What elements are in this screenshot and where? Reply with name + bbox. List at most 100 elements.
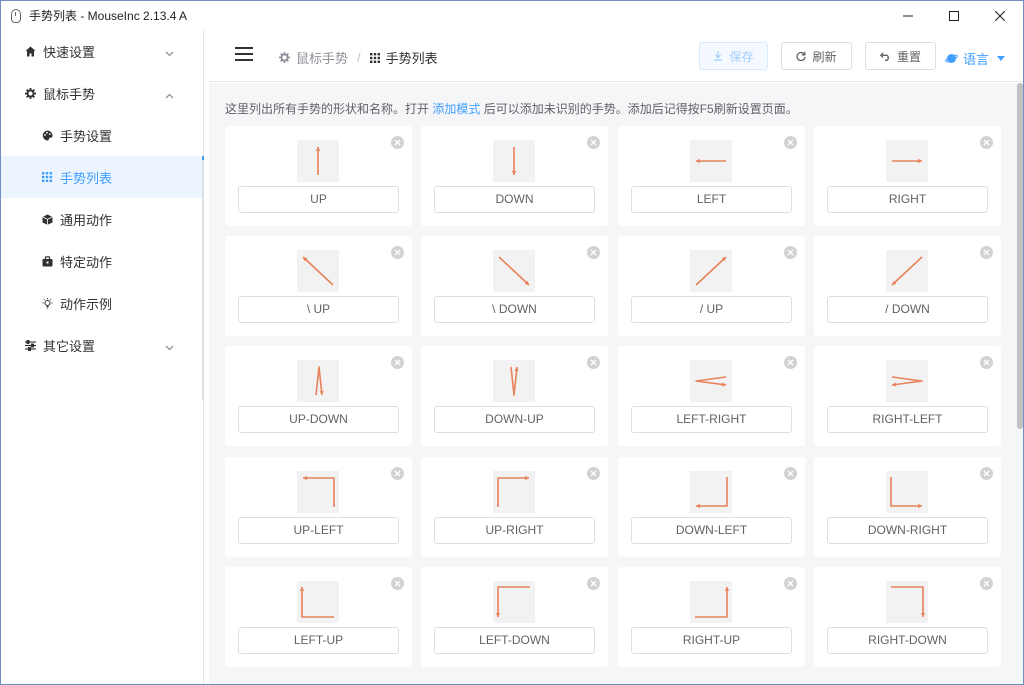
minimize-button[interactable] [885,1,931,30]
gesture-card: LEFT-RIGHT [618,346,805,446]
delete-gesture-icon[interactable] [391,246,404,259]
delete-gesture-icon[interactable] [587,246,600,259]
main-scrollbar[interactable] [1017,83,1023,429]
gesture-name-field[interactable]: \ UP [238,296,399,323]
gesture-arrowhead [696,503,700,509]
delete-gesture-icon[interactable] [391,356,404,369]
delete-gesture-icon[interactable] [391,136,404,149]
gesture-name-field[interactable]: RIGHT-LEFT [827,406,988,433]
gesture-card: LEFT-DOWN [421,567,608,667]
delete-gesture-icon[interactable] [980,467,993,480]
delete-gesture-icon[interactable] [980,246,993,259]
sidebar-item-action-examples[interactable]: 动作示例 [1,282,204,324]
gesture-name-field[interactable]: LEFT-DOWN [434,627,595,654]
gesture-name-field[interactable]: / UP [631,296,792,323]
gesture-name-field[interactable]: / DOWN [827,296,988,323]
sidebar-item-label: 手势列表 [60,170,113,186]
intro-text-part: 后可以添加未识别的手势。添加后记得按F5刷新设置页面。 [480,102,798,116]
add-mode-link[interactable]: 添加模式 [432,102,480,116]
gesture-name-field[interactable]: DOWN [434,186,595,213]
gesture-thumbnail [690,360,732,402]
menu-toggle-icon[interactable] [235,47,253,61]
gesture-path-icon [302,256,334,286]
close-icon [394,470,401,477]
delete-gesture-icon[interactable] [784,136,797,149]
gesture-path-icon [511,147,517,175]
sidebar-item-gesture-settings[interactable]: 手势设置 [1,114,204,156]
gesture-name-field[interactable]: RIGHT-UP [631,627,792,654]
chevron-down-icon [165,339,174,354]
gesture-name-field[interactable]: \ DOWN [434,296,595,323]
chevron-down-icon [165,45,174,60]
gesture-card: RIGHT [814,126,1001,226]
grid-icon [369,52,380,63]
delete-gesture-icon[interactable] [587,136,600,149]
language-dropdown[interactable]: 语言 [945,49,1006,68]
close-icon [394,580,401,587]
gesture-name-field[interactable]: UP-RIGHT [434,517,595,544]
gesture-name-field[interactable]: DOWN-UP [434,406,595,433]
delete-gesture-icon[interactable] [980,136,993,149]
save-button[interactable]: 保存 [699,42,768,70]
gesture-name-field[interactable]: UP-DOWN [238,406,399,433]
gesture-name-field[interactable]: LEFT-RIGHT [631,406,792,433]
sidebar-item-label: 快速设置 [43,44,96,60]
gesture-thumbnail [886,360,928,402]
delete-gesture-icon[interactable] [784,356,797,369]
gesture-thumbnail [297,140,339,182]
gesture-name-field[interactable]: RIGHT [827,186,988,213]
gesture-thumbnail [690,471,732,513]
gesture-thumbnail [886,250,928,292]
sidebar-item-label: 其它设置 [43,338,96,354]
gesture-path-icon [510,366,519,396]
reset-button[interactable]: 重置 [865,42,936,70]
delete-gesture-icon[interactable] [980,356,993,369]
sidebar-item-gesture-list[interactable]: 手势列表 [1,156,204,198]
sidebar: 快速设置 鼠标手势 手势设置 手势列表 通用动作 特定动作 动作示例 其它设置 [1,30,204,684]
sidebar-item-common-actions[interactable]: 通用动作 [1,198,204,240]
maximize-button[interactable] [931,1,977,30]
gesture-arrowhead [299,587,305,591]
gesture-stroke [510,366,518,396]
delete-gesture-icon[interactable] [980,577,993,590]
gesture-name-field[interactable]: UP [238,186,399,213]
gesture-path-icon [497,475,529,507]
gesture-name-field[interactable]: DOWN-LEFT [631,517,792,544]
sidebar-item-other-settings[interactable]: 其它设置 [1,324,204,366]
gesture-name-field[interactable]: LEFT-UP [238,627,399,654]
gesture-arrowhead [918,503,922,509]
gesture-path-icon [696,158,726,164]
close-icon [983,249,990,256]
delete-gesture-icon[interactable] [784,577,797,590]
refresh-button[interactable]: 刷新 [781,42,852,70]
close-icon [787,359,794,366]
gesture-name-field[interactable]: LEFT [631,186,792,213]
delete-gesture-icon[interactable] [784,246,797,259]
delete-gesture-icon[interactable] [587,356,600,369]
sidebar-item-mouse-gesture[interactable]: 鼠标手势 [1,72,204,114]
close-button[interactable] [977,1,1023,30]
gesture-name-field[interactable]: DOWN-RIGHT [827,517,988,544]
sidebar-scrollbar[interactable] [202,160,204,400]
gesture-stroke [497,477,529,507]
delete-gesture-icon[interactable] [391,577,404,590]
app-window: 手势列表 - MouseInc 2.13.4 A 快速设置 鼠标手势 手势设置 … [0,0,1024,685]
delete-gesture-icon[interactable] [784,467,797,480]
sidebar-item-quick-settings[interactable]: 快速设置 [1,30,204,72]
sidebar-item-label: 特定动作 [60,254,113,270]
breadcrumb-item[interactable]: 鼠标手势 [279,48,348,67]
gesture-card: RIGHT-DOWN [814,567,1001,667]
bulb-icon [41,297,53,309]
refresh-button-label: 刷新 [812,49,837,64]
undo-icon [879,52,891,61]
gesture-thumbnail [297,360,339,402]
gesture-name-field[interactable]: RIGHT-DOWN [827,627,988,654]
delete-gesture-icon[interactable] [391,467,404,480]
gesture-name-field[interactable]: UP-LEFT [238,517,399,544]
sidebar-item-specific-actions[interactable]: 特定动作 [1,240,204,282]
delete-gesture-icon[interactable] [587,467,600,480]
gesture-card: DOWN-LEFT [618,457,805,557]
gesture-path-icon [495,586,530,617]
gesture-arrowhead [303,475,307,481]
delete-gesture-icon[interactable] [587,577,600,590]
